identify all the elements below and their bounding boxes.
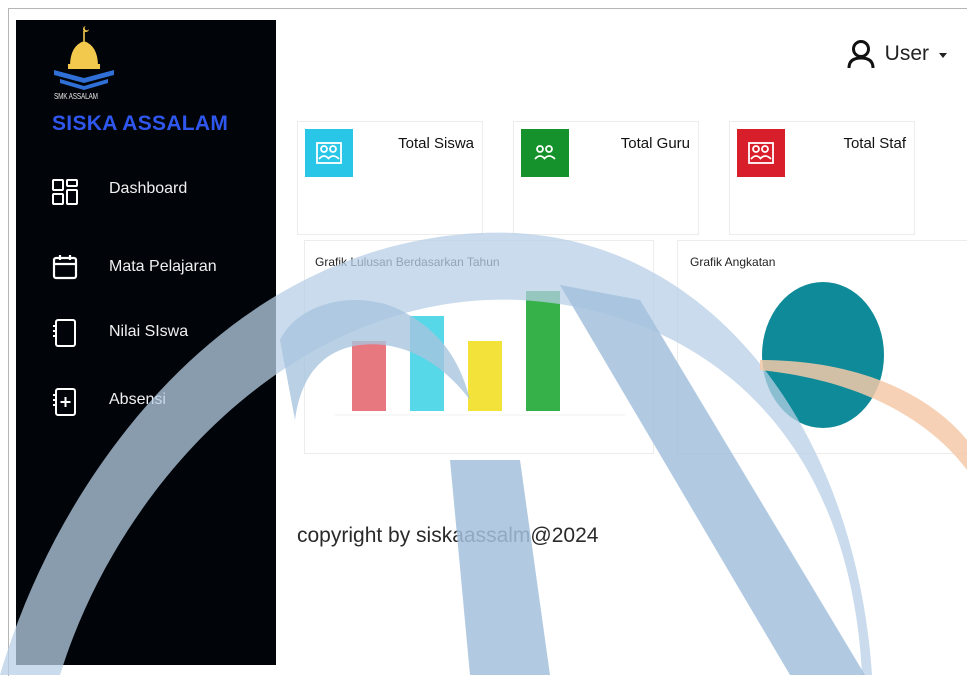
stat-card-title: Total Staf bbox=[843, 135, 906, 152]
chart-panel-lulusan: Grafik Lulusan Berdasarkan Tahun bbox=[304, 240, 654, 454]
user-label: User bbox=[884, 42, 929, 65]
users-icon bbox=[305, 129, 353, 177]
users-icon bbox=[737, 129, 785, 177]
chart-panel-angkatan: Grafik Angkatan bbox=[677, 240, 967, 454]
calendar-icon bbox=[52, 255, 78, 280]
pie-chart bbox=[762, 282, 884, 428]
chart-bar bbox=[352, 341, 386, 411]
sidebar-item-label: Mata Pelajaran bbox=[109, 258, 217, 275]
notebook-plus-icon bbox=[53, 388, 76, 416]
stat-card-title: Total Guru bbox=[620, 135, 690, 152]
stat-card-total-guru[interactable]: Total Guru bbox=[513, 121, 699, 235]
chevron-down-icon bbox=[939, 52, 947, 58]
user-menu[interactable]: User bbox=[845, 38, 947, 70]
sidebar-item-nilai-siswa[interactable]: Nilai SIswa bbox=[16, 314, 276, 354]
user-icon bbox=[847, 40, 875, 69]
dashboard-icon bbox=[52, 179, 78, 205]
sidebar-item-label: Dashboard bbox=[109, 180, 188, 197]
sidebar: SMK ASSALAM SISKA ASSALAM Dashboard Mata… bbox=[16, 20, 276, 665]
sidebar-item-label: Nilai SIswa bbox=[109, 323, 189, 340]
sidebar-item-mata-pelajaran[interactable]: Mata Pelajaran bbox=[16, 250, 276, 290]
chart-bar bbox=[410, 316, 444, 411]
stat-card-total-staf[interactable]: Total Staf bbox=[729, 121, 915, 235]
users-icon bbox=[521, 129, 569, 177]
notebook-icon bbox=[53, 319, 76, 347]
brand-title: SISKA ASSALAM bbox=[52, 112, 229, 135]
chart-bar bbox=[468, 341, 502, 411]
sidebar-item-absensi[interactable]: Absensi bbox=[16, 383, 276, 423]
footer-copyright: copyright by siskaassalm@2024 bbox=[297, 524, 599, 547]
stat-card-total-siswa[interactable]: Total Siswa bbox=[297, 121, 483, 235]
stat-card-title: Total Siswa bbox=[398, 135, 474, 152]
bar-chart bbox=[335, 291, 625, 416]
logo-caption: SMK ASSALAM bbox=[54, 92, 98, 101]
pie-slice bbox=[762, 282, 884, 428]
sidebar-item-label: Absensi bbox=[109, 391, 166, 408]
sidebar-item-dashboard[interactable]: Dashboard bbox=[16, 172, 276, 212]
chart-bar bbox=[526, 291, 560, 411]
